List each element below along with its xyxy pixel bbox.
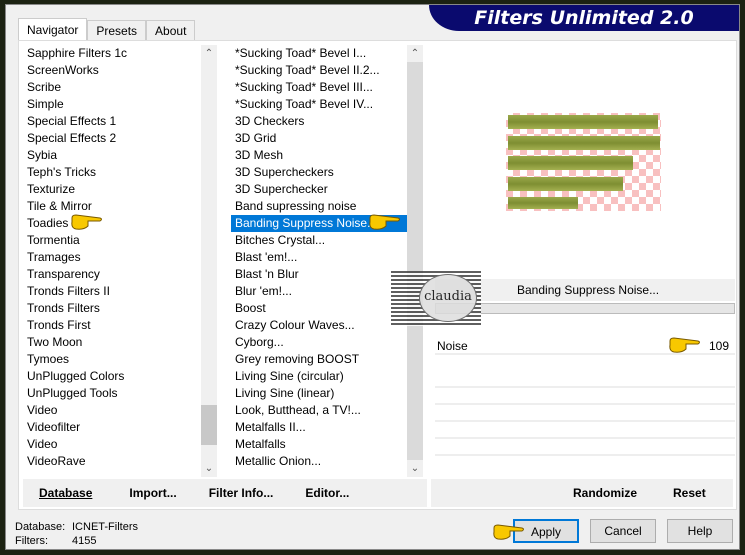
scroll-down-icon[interactable]: ⌄	[201, 460, 217, 477]
filter-item[interactable]: Living Sine (circular)	[231, 368, 407, 385]
filter-item[interactable]: *Sucking Toad* Bevel II.2...	[231, 62, 407, 79]
param-value: 109	[708, 339, 729, 353]
filters-status: Filters: 4155	[15, 535, 97, 547]
database-status: Database: ICNET-Filters	[15, 521, 138, 533]
pointing-hand-icon	[71, 214, 102, 230]
tab-presets[interactable]: Presets	[87, 20, 147, 41]
editor-button[interactable]: Editor...	[305, 486, 349, 500]
category-item[interactable]: Tronds First	[23, 317, 201, 334]
filter-item[interactable]: 3D Supercheckers	[231, 164, 407, 181]
category-item[interactable]: Sybia	[23, 147, 201, 164]
watermark-logo: claudia	[391, 271, 481, 326]
filter-item[interactable]: *Sucking Toad* Bevel III...	[231, 79, 407, 96]
randomize-button[interactable]: Randomize	[573, 486, 637, 500]
filter-scrollbar[interactable]: ⌃ ⌄	[407, 45, 423, 477]
category-scrollbar[interactable]: ⌃ ⌄	[201, 45, 217, 477]
category-item[interactable]: Sapphire Filters 1c	[23, 45, 201, 62]
category-item[interactable]: UnPlugged Colors	[23, 368, 201, 385]
filter-item[interactable]: Look, Butthead, a TV!...	[231, 402, 407, 419]
filter-item[interactable]: 3D Grid	[231, 130, 407, 147]
category-item[interactable]: Simple	[23, 96, 201, 113]
category-item[interactable]: Tile & Mirror	[23, 198, 201, 215]
tab-about[interactable]: About	[146, 20, 196, 41]
scroll-thumb[interactable]	[407, 62, 423, 460]
category-list[interactable]: Sapphire Filters 1c ScreenWorks Scribe Simp…	[23, 45, 201, 477]
category-item[interactable]: Tymoes	[23, 351, 201, 368]
category-item[interactable]: VideoRave	[23, 453, 201, 470]
category-item[interactable]: Tronds Filters II	[23, 283, 201, 300]
filter-item[interactable]: *Sucking Toad* Bevel I...	[231, 45, 407, 62]
category-item[interactable]: Texturize	[23, 181, 201, 198]
pointing-hand-icon	[669, 337, 700, 353]
category-item[interactable]: Special Effects 2	[23, 130, 201, 147]
filter-item[interactable]: Grey removing BOOST	[231, 351, 407, 368]
filter-item[interactable]: Blast 'n Blur	[231, 266, 407, 283]
filter-item[interactable]: 3D Mesh	[231, 147, 407, 164]
filter-item[interactable]: Bitches Crystal...	[231, 232, 407, 249]
category-item[interactable]: Video	[23, 402, 201, 419]
filter-item[interactable]: 3D Checkers	[231, 113, 407, 130]
category-item[interactable]: UnPlugged Tools	[23, 385, 201, 402]
scroll-up-icon[interactable]: ⌃	[201, 45, 217, 62]
scroll-down-icon[interactable]: ⌄	[407, 460, 423, 477]
category-item[interactable]: Two Moon	[23, 334, 201, 351]
filter-item[interactable]: *Sucking Toad* Bevel IV...	[231, 96, 407, 113]
category-item[interactable]: Video	[23, 436, 201, 453]
filter-preview	[506, 113, 661, 211]
filter-item[interactable]: Metalfalls	[231, 436, 407, 453]
empty-param-sliders	[435, 371, 735, 471]
title-banner: Filters Unlimited 2.0	[429, 5, 739, 31]
filter-list[interactable]: *Sucking Toad* Bevel I... *Sucking Toad* …	[231, 45, 407, 477]
tab-bar: Navigator Presets About	[18, 18, 196, 41]
category-item[interactable]: Tramages	[23, 249, 201, 266]
filter-item[interactable]: Band supressing noise	[231, 198, 407, 215]
filter-info-button[interactable]: Filter Info...	[209, 486, 274, 500]
pointing-hand-icon	[369, 214, 400, 230]
category-item[interactable]: Transparency	[23, 266, 201, 283]
param-label: Noise	[437, 339, 468, 353]
filter-item[interactable]: Blast 'em!...	[231, 249, 407, 266]
filter-item[interactable]: Cyborg...	[231, 334, 407, 351]
filter-item[interactable]: Metalfalls II...	[231, 419, 407, 436]
pointing-hand-icon	[493, 524, 524, 540]
reset-button[interactable]: Reset	[673, 486, 706, 500]
category-item[interactable]: Scribe	[23, 79, 201, 96]
category-item[interactable]: Tormentia	[23, 232, 201, 249]
help-button[interactable]: Help	[667, 519, 733, 543]
filter-item[interactable]: Blur 'em!...	[231, 283, 407, 300]
navigator-button-bar: Database Import... Filter Info... Editor…	[23, 479, 427, 507]
database-button[interactable]: Database	[39, 486, 92, 500]
filter-item[interactable]: 3D Superchecker	[231, 181, 407, 198]
scroll-thumb[interactable]	[201, 405, 217, 445]
filter-name: Banding Suppress Noise...	[517, 283, 660, 297]
filter-item[interactable]: Living Sine (linear)	[231, 385, 407, 402]
category-item[interactable]: Toadies	[23, 215, 201, 232]
tab-navigator[interactable]: Navigator	[18, 18, 88, 41]
category-item[interactable]: Tronds Filters	[23, 300, 201, 317]
param-button-bar: Randomize Reset	[431, 479, 733, 507]
navigator-panel: Sapphire Filters 1c ScreenWorks Scribe Simp…	[18, 40, 737, 510]
filters-unlimited-window: Filters Unlimited 2.0 Navigator Presets …	[5, 4, 740, 550]
category-item[interactable]: Videofilter	[23, 419, 201, 436]
filter-item[interactable]: Crazy Colour Waves...	[231, 317, 407, 334]
filter-item[interactable]: Metallic Onion...	[231, 453, 407, 470]
filter-item[interactable]: Boost	[231, 300, 407, 317]
category-item[interactable]: ScreenWorks	[23, 62, 201, 79]
scroll-up-icon[interactable]: ⌃	[407, 45, 423, 62]
category-item[interactable]: Teph's Tricks	[23, 164, 201, 181]
cancel-button[interactable]: Cancel	[590, 519, 656, 543]
import-button[interactable]: Import...	[129, 486, 176, 500]
category-item[interactable]: Special Effects 1	[23, 113, 201, 130]
